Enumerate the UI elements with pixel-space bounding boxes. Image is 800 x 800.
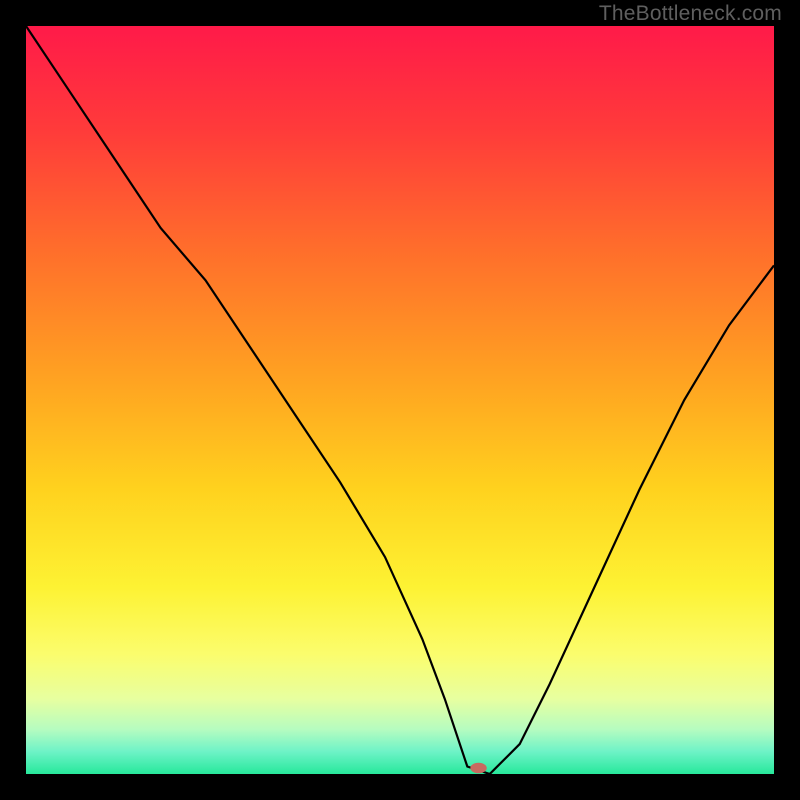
chart-background <box>26 26 774 774</box>
watermark-text: TheBottleneck.com <box>599 2 782 26</box>
bottleneck-chart <box>26 26 774 774</box>
optimal-marker-icon <box>470 763 486 773</box>
